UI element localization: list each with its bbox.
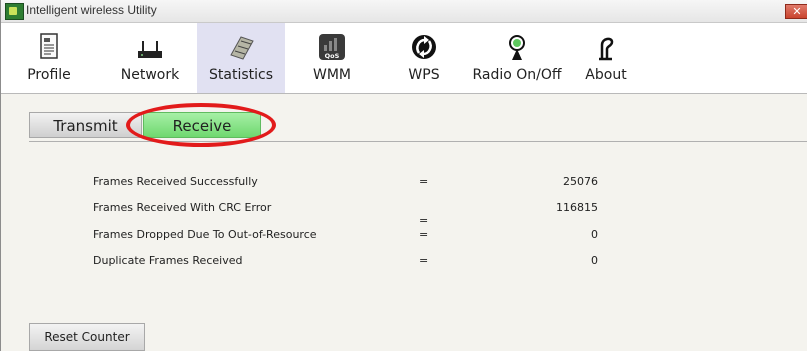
stat-label: Duplicate Frames Received — [93, 254, 243, 267]
toolbar-wmm-label: WMM — [312, 67, 351, 83]
toolbar: Profile Network Statistics QoS WMM WPS R… — [1, 23, 807, 93]
qos-icon: QoS — [319, 34, 345, 60]
about-icon — [599, 37, 614, 61]
utility-window: Intelligent wireless Utility ✕ Profile N… — [0, 0, 807, 351]
toolbar-profile-label: Profile — [27, 67, 71, 83]
reset-counter-button[interactable]: Reset Counter — [29, 323, 145, 351]
stat-equals: = — [419, 228, 429, 241]
window-title: Intelligent wireless Utility — [26, 3, 157, 17]
stat-equals: = — [419, 254, 429, 267]
wps-icon — [412, 35, 436, 59]
stat-equals: = — [419, 175, 429, 188]
toolbar-wps-label: WPS — [408, 67, 440, 83]
stat-value: 116815 — [556, 201, 598, 214]
profile-icon — [40, 33, 58, 59]
router-icon — [138, 41, 162, 58]
toolbar-statistics-label: Statistics — [209, 67, 273, 83]
statistics-icon — [230, 36, 254, 60]
toolbar-radio-button[interactable]: Radio On/Off — [469, 23, 565, 93]
stat-label: Frames Received Successfully — [93, 175, 258, 188]
annotation-highlight-ring — [126, 103, 276, 147]
toolbar-radio-label: Radio On/Off — [472, 67, 562, 83]
toolbar-divider — [1, 93, 807, 94]
app-logo-icon — [5, 3, 24, 20]
stat-value: 25076 — [563, 175, 598, 188]
toolbar-network-label: Network — [120, 67, 180, 83]
qos-icon-text: QoS — [325, 52, 340, 60]
stat-label: Frames Dropped Due To Out-of-Resource — [93, 228, 317, 241]
stat-value: 0 — [591, 228, 598, 241]
toolbar-wmm-button[interactable]: QoS WMM — [303, 23, 361, 93]
toolbar-wps-button[interactable]: WPS — [399, 23, 449, 93]
toolbar-statistics-button[interactable]: Statistics — [197, 23, 285, 93]
toolbar-profile-button[interactable]: Profile — [23, 23, 75, 93]
toolbar-about-button[interactable]: About — [581, 23, 631, 93]
title-bar: Intelligent wireless Utility ✕ — [1, 0, 807, 23]
stat-value: 0 — [591, 254, 598, 267]
stat-label: Frames Received With CRC Error — [93, 201, 272, 214]
toolbar-network-button[interactable]: Network — [115, 23, 185, 93]
close-button[interactable]: ✕ — [785, 4, 807, 19]
toolbar-about-label: About — [585, 67, 627, 83]
tab-divider — [29, 141, 807, 142]
stat-equals: = — [419, 214, 429, 227]
radio-icon — [509, 35, 525, 60]
